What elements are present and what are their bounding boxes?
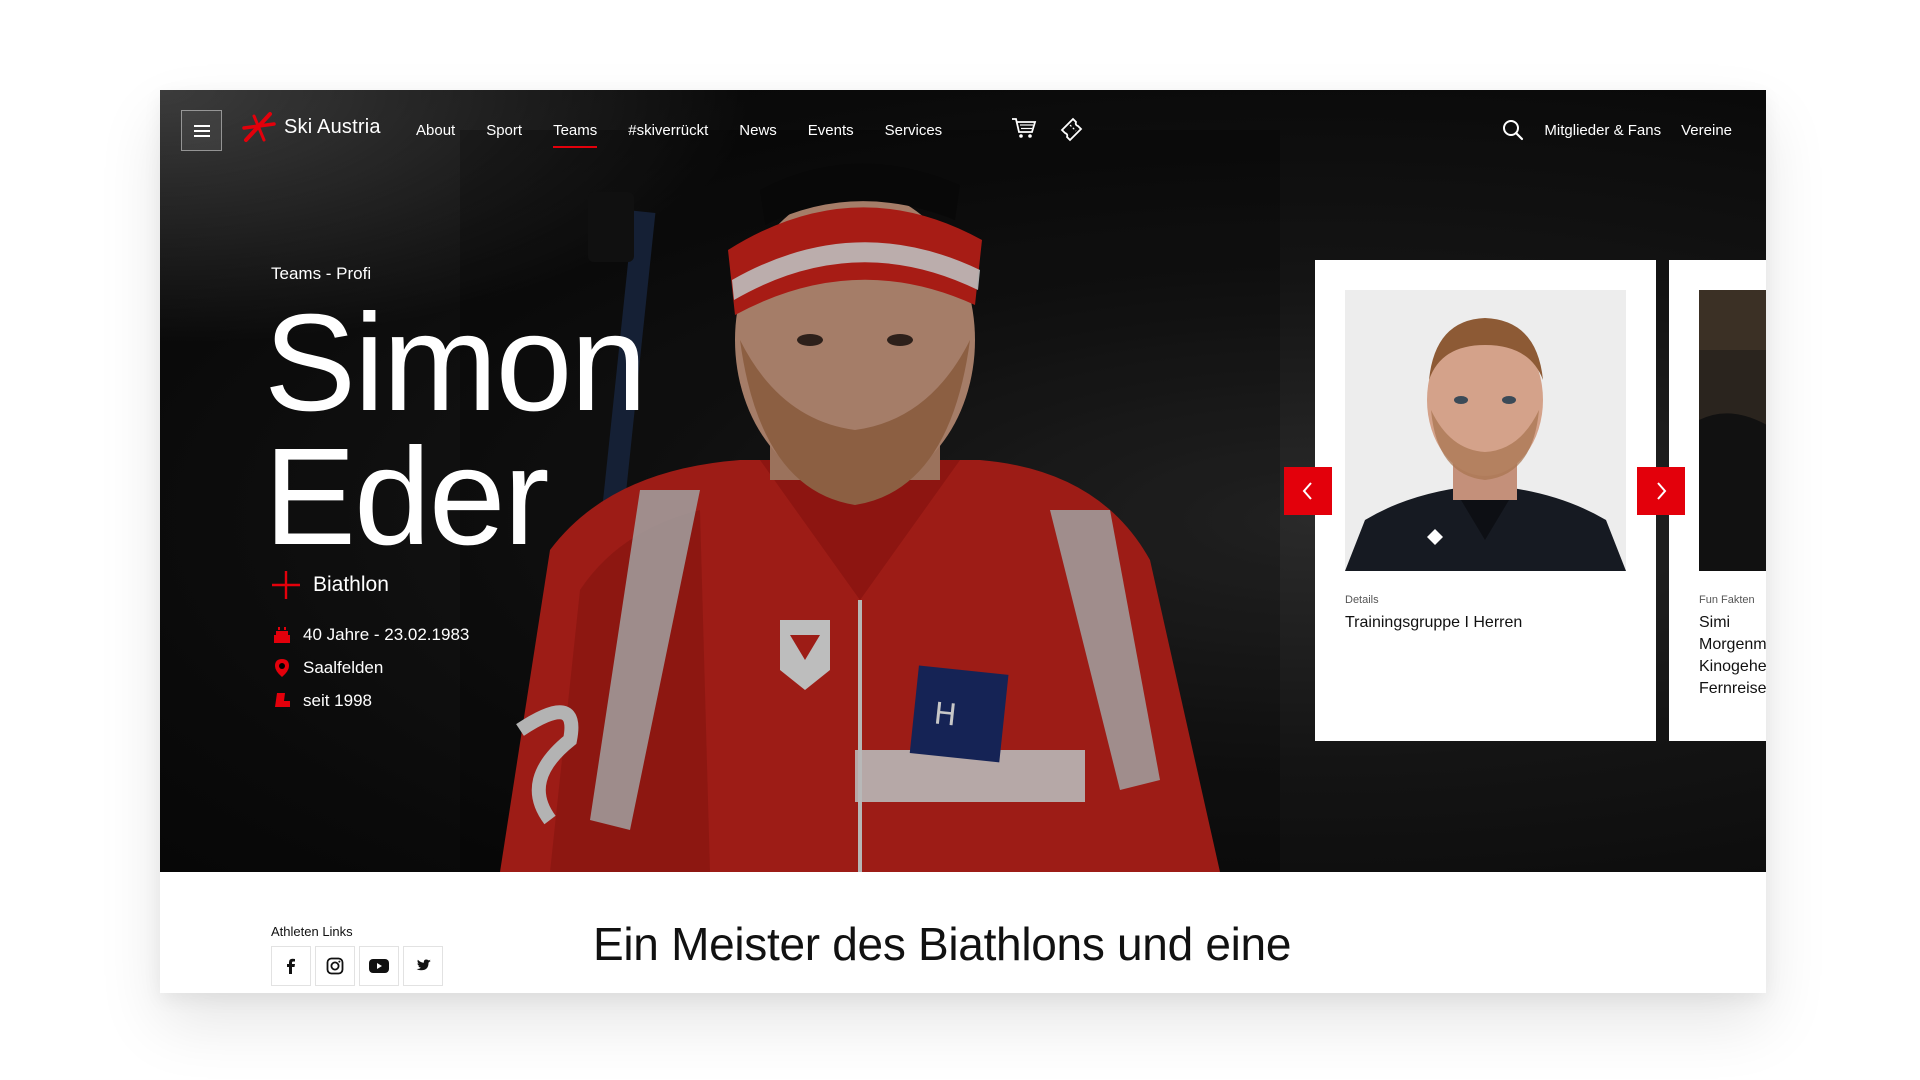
menu-button[interactable] — [181, 110, 222, 151]
carousel-next-button[interactable] — [1637, 467, 1685, 515]
instagram-button[interactable] — [315, 946, 355, 986]
menu-icon — [193, 125, 210, 137]
card-portrait-image — [1345, 290, 1626, 571]
nav-link-skiverrueckt[interactable]: #skiverrückt — [628, 122, 708, 139]
athlete-portrait-image: H — [460, 130, 1280, 872]
discipline: Biathlon — [271, 570, 389, 600]
facebook-icon — [287, 958, 295, 974]
card-title: Trainingsgruppe I Herren — [1345, 614, 1523, 631]
ticket-icon[interactable] — [1059, 116, 1085, 142]
athlete-last-name: Eder — [264, 420, 549, 574]
nav-links: About Sport Teams #skiverrückt News Even… — [416, 90, 973, 170]
discipline-label: Biathlon — [313, 573, 389, 596]
instagram-icon — [326, 957, 344, 975]
nav-link-sport[interactable]: Sport — [486, 122, 522, 139]
nav-link-members-fans[interactable]: Mitglieder & Fans — [1544, 122, 1661, 139]
athlete-facts: 40 Jahre - 23.02.1983 Saalfelden seit 19… — [271, 618, 469, 717]
card-label: Details — [1345, 594, 1379, 606]
carousel-prev-button[interactable] — [1284, 467, 1332, 515]
fact-since-text: seit 1998 — [303, 690, 372, 710]
nav-link-news[interactable]: News — [739, 122, 777, 139]
fact-age-text: 40 Jahre - 23.02.1983 — [303, 624, 470, 644]
cross-icon — [272, 571, 300, 599]
card-fun-facts-image — [1699, 290, 1766, 571]
ski-boot-icon — [271, 690, 293, 712]
nav-link-services[interactable]: Services — [885, 122, 943, 139]
brand-logo[interactable]: Ski Austria — [242, 110, 381, 144]
location-pin-icon — [271, 657, 293, 679]
intro-headline: Ein Meister des Biathlons und eine — [593, 918, 1292, 970]
nav-right: Mitglieder & Fans Vereine — [1502, 90, 1732, 170]
facebook-button[interactable] — [271, 946, 311, 986]
athlete-first-name: Simon — [264, 286, 647, 440]
nav-link-teams[interactable]: Teams — [553, 122, 598, 148]
main-navigation: Ski Austria About Sport Teams #skiverrüc… — [160, 90, 1766, 170]
breadcrumb: Teams - Profi — [271, 264, 372, 283]
twitter-icon — [416, 959, 431, 971]
ski-austria-logo-icon — [242, 112, 276, 142]
youtube-icon — [369, 959, 389, 973]
card-label: Fun Fakten — [1699, 594, 1755, 606]
fact-hometown: Saalfelden — [271, 651, 469, 684]
hero-section: H Ski Austria About Sport Teams #skiverr… — [160, 90, 1766, 872]
browser-page: H Ski Austria About Sport Teams #skiverr… — [160, 90, 1766, 993]
card-title: Simi Morgenm Kinogehe Fernreise — [1699, 614, 1766, 697]
chevron-left-icon — [1302, 482, 1312, 500]
fact-hometown-text: Saalfelden — [303, 657, 384, 677]
social-links — [271, 946, 443, 986]
shopping-cart-icon[interactable] — [1011, 116, 1037, 140]
fact-age: 40 Jahre - 23.02.1983 — [271, 618, 469, 651]
chevron-right-icon — [1657, 482, 1667, 500]
fact-since: seit 1998 — [271, 684, 469, 717]
brand-name: Ski Austria — [284, 115, 381, 138]
twitter-button[interactable] — [403, 946, 443, 986]
birthday-cake-icon — [271, 624, 293, 646]
athlete-intro-section: Athleten Links Ein Meister des Biathlons… — [160, 872, 1766, 993]
youtube-button[interactable] — [359, 946, 399, 986]
nav-link-events[interactable]: Events — [808, 122, 854, 139]
info-card-details[interactable]: Details Trainingsgruppe I Herren — [1315, 260, 1656, 741]
search-icon[interactable] — [1502, 119, 1524, 141]
nav-link-about[interactable]: About — [416, 122, 455, 139]
athlete-links-label: Athleten Links — [271, 924, 353, 939]
nav-link-clubs[interactable]: Vereine — [1681, 122, 1732, 139]
